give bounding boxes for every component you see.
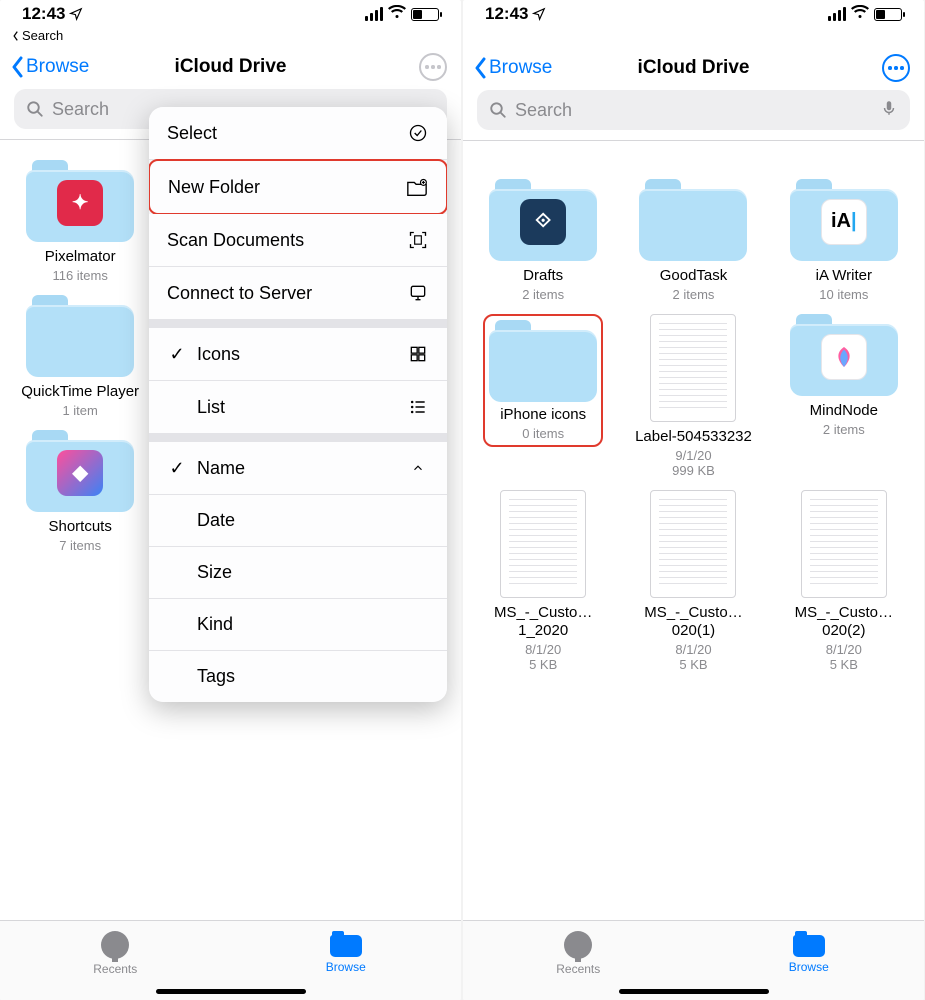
clock-icon (564, 931, 592, 959)
checkmark-icon: ✓ (167, 458, 187, 479)
navbar: Browse iCloud Drive (0, 45, 461, 89)
tab-bar: Recents Browse (463, 920, 924, 1000)
location-icon (532, 7, 546, 21)
menu-view-icons[interactable]: ✓Icons (149, 328, 447, 381)
file-label[interactable]: Label-504533232 9/1/20 999 KB (621, 314, 765, 478)
folder-iphone-icons[interactable]: iPhone icons 0 items (471, 314, 615, 478)
context-menu: Select New Folder Scan Documents Connect… (149, 107, 447, 702)
back-to-search[interactable]: Search (0, 28, 461, 45)
menu-sort-kind[interactable]: Kind (149, 599, 447, 651)
list-icon (407, 396, 429, 418)
pixelmator-icon: ✦ (57, 180, 103, 226)
folder-drafts[interactable]: ⟐ Drafts 2 items (471, 179, 615, 302)
server-icon (407, 282, 429, 304)
cellular-icon (828, 7, 846, 21)
status-time: 12:43 (485, 4, 528, 24)
menu-scan-documents[interactable]: Scan Documents (149, 214, 447, 267)
status-bar: 12:43 (463, 0, 924, 28)
scan-icon (407, 229, 429, 251)
folder-icon (330, 931, 362, 957)
menu-connect-server[interactable]: Connect to Server (149, 267, 447, 320)
folder-goodtask[interactable]: GoodTask 2 items (621, 179, 765, 302)
folder-quicktime[interactable]: QuickTime Player 1 item (8, 295, 152, 418)
tab-bar: Recents Browse (0, 920, 461, 1000)
battery-icon (874, 8, 902, 21)
ia-writer-icon: iA| (821, 199, 867, 245)
menu-sort-tags[interactable]: Tags (149, 651, 447, 702)
menu-sort-size[interactable]: Size (149, 547, 447, 599)
battery-icon (411, 8, 439, 21)
search-icon (489, 101, 507, 119)
file-grid[interactable]: ⟐ Drafts 2 items GoodTask 2 items iA| iA… (463, 141, 924, 920)
clock-icon (101, 931, 129, 959)
home-indicator[interactable] (156, 989, 306, 994)
checkmark-icon: ✓ (167, 344, 187, 365)
wifi-icon (388, 4, 406, 24)
grid-icon (407, 343, 429, 365)
folder-mindnode[interactable]: MindNode 2 items (772, 314, 916, 478)
folder-pixelmator[interactable]: ✦ Pixelmator 116 items (8, 160, 152, 283)
new-folder-icon (406, 176, 428, 198)
document-icon (500, 490, 586, 598)
folder-ia-writer[interactable]: iA| iA Writer 10 items (772, 179, 916, 302)
wifi-icon (851, 4, 869, 24)
search-input[interactable]: Search (477, 90, 910, 130)
cellular-icon (365, 7, 383, 21)
back-button[interactable]: Browse (473, 57, 552, 79)
more-button[interactable] (419, 53, 447, 81)
folder-shortcuts[interactable]: ◆ Shortcuts 7 items (8, 430, 152, 553)
document-icon (650, 490, 736, 598)
menu-new-folder[interactable]: New Folder (149, 159, 447, 215)
menu-select[interactable]: Select (149, 107, 447, 160)
location-icon (69, 7, 83, 21)
file-ms-custo-3[interactable]: MS_-_Custo…020(2) 8/1/20 5 KB (772, 490, 916, 672)
home-indicator[interactable] (619, 989, 769, 994)
more-button[interactable] (882, 54, 910, 82)
file-ms-custo-2[interactable]: MS_-_Custo…020(1) 8/1/20 5 KB (621, 490, 765, 672)
select-icon (407, 122, 429, 144)
screenshot-left: 12:43 Search Browse iCloud Drive Search (0, 0, 461, 1000)
document-icon (801, 490, 887, 598)
file-ms-custo-1[interactable]: MS_-_Custo…1_2020 8/1/20 5 KB (471, 490, 615, 672)
status-time: 12:43 (22, 4, 65, 24)
search-icon (26, 100, 44, 118)
document-icon (650, 314, 736, 422)
status-bar: 12:43 (0, 0, 461, 28)
shortcuts-icon: ◆ (57, 450, 103, 496)
menu-sort-date[interactable]: Date (149, 495, 447, 547)
menu-view-list[interactable]: List (149, 381, 447, 434)
navbar: Browse iCloud Drive (463, 46, 924, 90)
back-button[interactable]: Browse (10, 56, 89, 78)
menu-sort-name[interactable]: ✓Name (149, 442, 447, 495)
mindnode-icon (821, 334, 867, 380)
folder-icon (793, 931, 825, 957)
screenshot-right: 12:43 Browse iCloud Drive Search ⟐ (463, 0, 924, 1000)
microphone-icon[interactable] (880, 99, 898, 122)
drafts-icon: ⟐ (520, 199, 566, 245)
chevron-up-icon (407, 457, 429, 479)
